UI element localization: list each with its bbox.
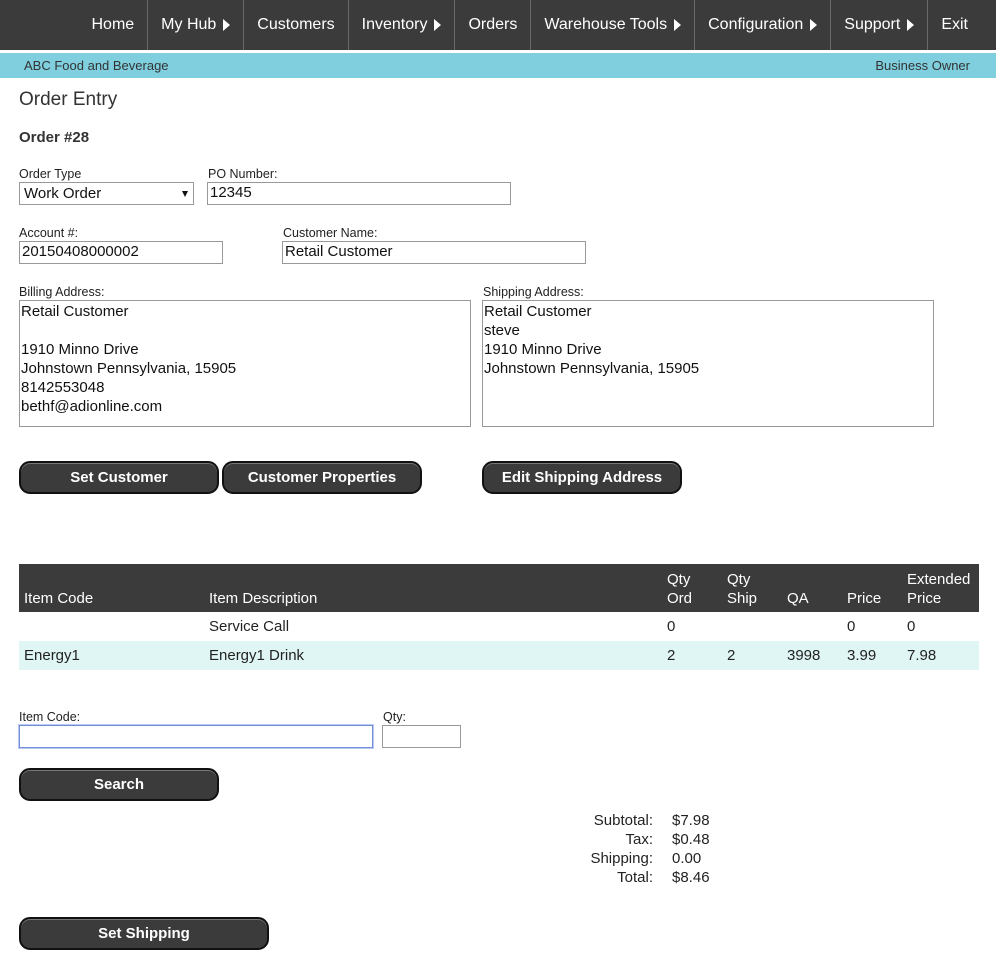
user-role: Business Owner [875,58,970,73]
item-code-input[interactable] [19,725,373,748]
nav-customers[interactable]: Customers [244,0,349,50]
caret-right-icon [674,19,682,31]
account-label: Account #: [19,226,79,240]
header-qty-ship-line1: Qty [727,571,751,588]
cell-qty-ord: 0 [667,618,676,635]
nav-label: Support [844,16,901,33]
nav-exit[interactable]: Exit [928,0,986,50]
caret-right-icon [907,19,915,31]
order-totals: Subtotal: $7.98 Tax: $0.48 Shipping: 0.0… [563,812,763,892]
total-label: Total: [617,869,653,886]
cell-extended: 7.98 [907,647,937,664]
nav-inventory[interactable]: Inventory [349,0,456,50]
header-item-description: Item Description [209,590,318,607]
order-type-value: Work Order [24,184,102,202]
nav-label: Orders [468,16,518,33]
header-extended-line2: Price [907,590,942,607]
customer-name-label: Customer Name: [283,226,378,240]
header-qa: QA [787,590,809,607]
header-qty-ship: Qty Ship [727,570,757,608]
order-number: Order #28 [19,129,90,146]
cell-qa: 3998 [787,647,821,664]
nav-support[interactable]: Support [831,0,929,50]
cell-price: 3.99 [847,647,877,664]
nav-label: Exit [941,16,968,33]
nav-label: Warehouse Tools [544,16,668,33]
header-extended-price: Extended Price [907,570,970,608]
header-qty-ord-line2: Ord [667,590,693,607]
nav-warehouse-tools[interactable]: Warehouse Tools [531,0,696,50]
items-table-header: Item Code Item Description Qty Ord Qty S… [19,564,979,612]
total-value: $8.46 [672,869,710,886]
company-name: ABC Food and Beverage [24,58,169,73]
search-button[interactable]: Search [19,768,219,801]
company-bar: ABC Food and Beverage Business Owner [0,53,996,78]
caret-right-icon [810,19,818,31]
cell-extended: 0 [907,618,916,635]
item-code-label: Item Code: [19,710,81,724]
header-qty-ship-line2: Ship [727,590,758,607]
edit-shipping-address-button[interactable]: Edit Shipping Address [482,461,682,494]
shipping-address-label: Shipping Address: [483,285,584,299]
cell-qty-ship: 2 [727,647,736,664]
nav-label: My Hub [161,16,217,33]
header-qty-ord-line1: Qty [667,571,691,588]
cell-item-code: Energy1 [24,647,80,664]
qty-label: Qty: [383,710,406,724]
shipping-label: Shipping: [590,850,653,867]
po-number-label: PO Number: [208,167,278,181]
table-row[interactable]: Energy1 Energy1 Drink 2 2 3998 3.99 7.98 [19,641,979,670]
po-number-input[interactable]: 12345 [207,182,511,205]
cell-description: Service Call [209,618,290,635]
account-input[interactable]: 20150408000002 [19,241,223,264]
header-qty-ord: Qty Ord [667,570,692,608]
shipping-value: 0.00 [672,850,702,867]
nav-label: Home [91,16,135,33]
order-type-label: Order Type [19,167,82,181]
tax-value: $0.48 [672,831,710,848]
nav-configuration[interactable]: Configuration [695,0,832,50]
caret-right-icon [434,19,442,31]
header-item-code: Item Code [24,590,94,607]
qty-input[interactable] [382,725,461,748]
set-customer-button[interactable]: Set Customer [19,461,219,494]
dropdown-arrow-icon [182,190,188,197]
billing-address-textarea[interactable]: Retail Customer 1910 Minno Drive Johnsto… [19,300,471,427]
header-price: Price [847,590,882,607]
nav-label: Customers [257,16,335,33]
nav-orders[interactable]: Orders [455,0,532,50]
caret-right-icon [223,19,231,31]
top-navigation: Home My Hub Customers Inventory Orders W… [0,0,996,50]
table-row[interactable]: Service Call 0 0 0 [19,612,979,641]
cell-qty-ord: 2 [667,647,676,664]
tax-label: Tax: [625,831,653,848]
nav-label: Configuration [708,16,804,33]
billing-address-label: Billing Address: [19,285,105,299]
order-type-select[interactable]: Work Order [19,182,194,205]
shipping-address-textarea[interactable]: Retail Customer steve 1910 Minno Drive J… [482,300,934,427]
customer-properties-button[interactable]: Customer Properties [222,461,422,494]
cell-price: 0 [847,618,856,635]
set-shipping-button[interactable]: Set Shipping [19,917,269,950]
nav-home[interactable]: Home [78,0,149,50]
nav-label: Inventory [361,16,428,33]
nav-my-hub[interactable]: My Hub [148,0,245,50]
cell-description: Energy1 Drink [209,647,305,664]
page-title: Order Entry [19,89,118,110]
subtotal-label: Subtotal: [593,812,653,829]
header-extended-line1: Extended [907,571,971,588]
customer-name-input[interactable]: Retail Customer [282,241,586,264]
subtotal-value: $7.98 [672,812,710,829]
